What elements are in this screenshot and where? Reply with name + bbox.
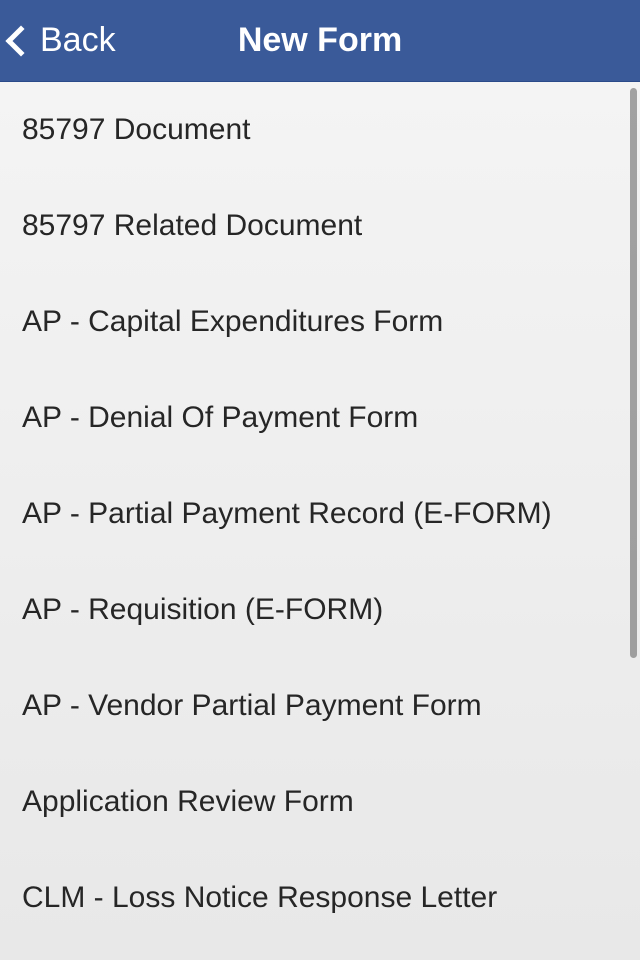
- list-item[interactable]: 85797 Related Document: [0, 178, 640, 274]
- list-item[interactable]: AP - Vendor Partial Payment Form: [0, 658, 640, 754]
- form-list: 85797 Document 85797 Related Document AP…: [0, 82, 640, 960]
- list-item[interactable]: 85797 Document: [0, 82, 640, 178]
- list-item[interactable]: AP - Partial Payment Record (E-FORM): [0, 466, 640, 562]
- page-title: New Form: [238, 21, 402, 60]
- list-item[interactable]: CLM - Loss Notice Response Letter: [0, 850, 640, 946]
- list-item[interactable]: AP - Requisition (E-FORM): [0, 562, 640, 658]
- navigation-bar: Back New Form: [0, 0, 640, 82]
- list-item[interactable]: Application Review Form: [0, 754, 640, 850]
- chevron-left-icon: [5, 25, 36, 56]
- list-item[interactable]: AP - Capital Expenditures Form: [0, 274, 640, 370]
- back-button-label: Back: [40, 21, 116, 60]
- scrollbar[interactable]: [630, 88, 637, 658]
- list-item[interactable]: AP - Denial Of Payment Form: [0, 370, 640, 466]
- back-button[interactable]: Back: [0, 0, 116, 81]
